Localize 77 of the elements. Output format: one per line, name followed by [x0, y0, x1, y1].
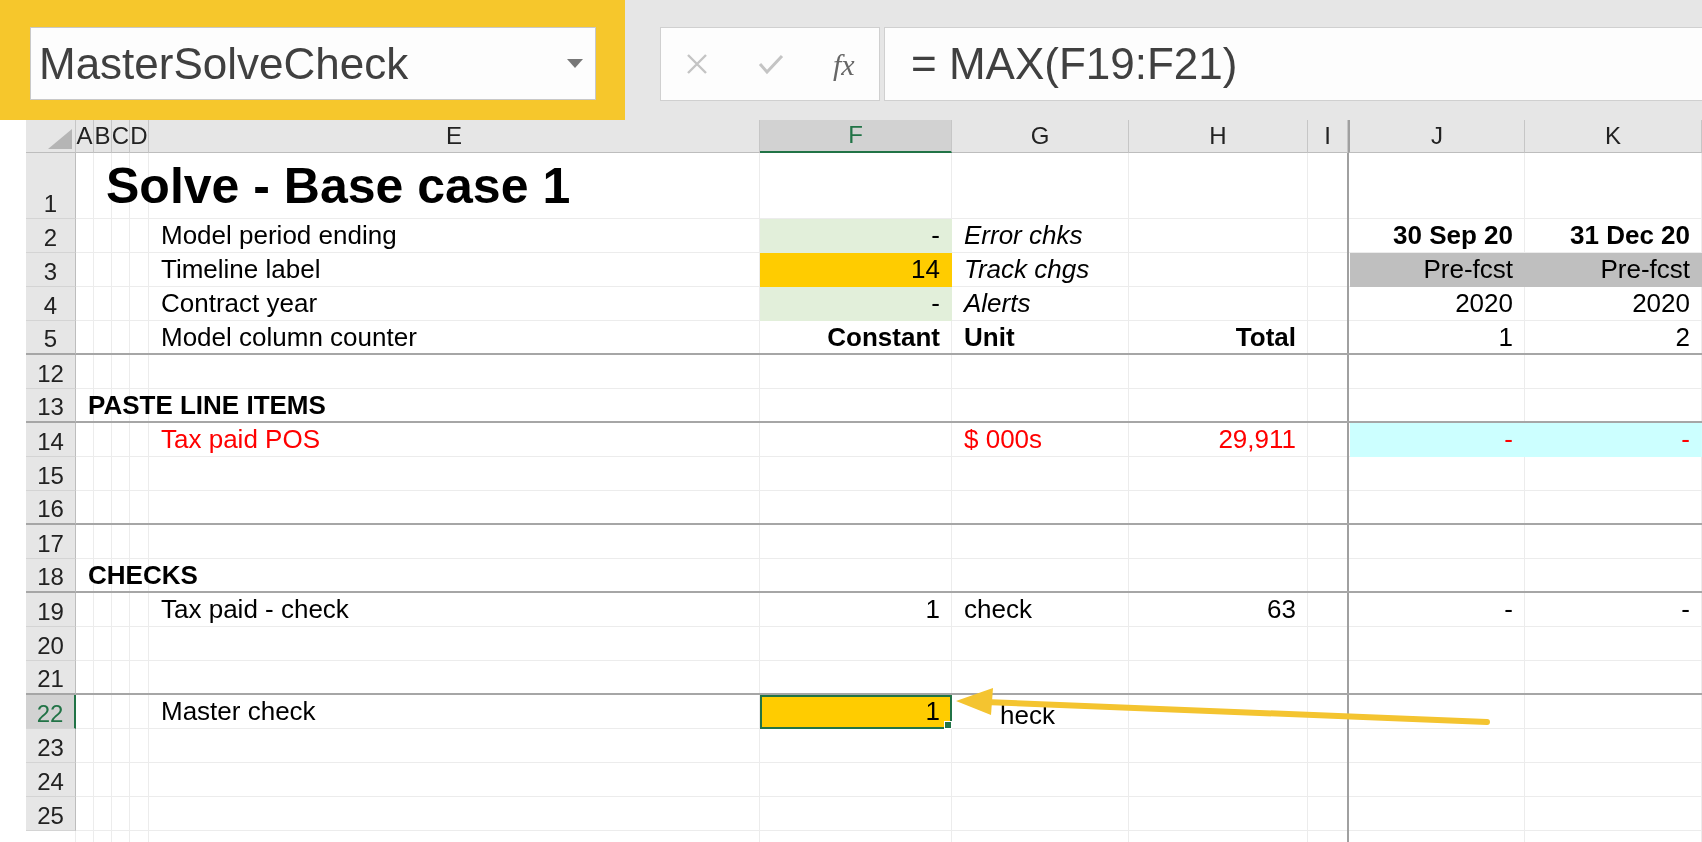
- cell-text: Alerts: [964, 289, 1031, 318]
- fill-handle[interactable]: [944, 721, 952, 729]
- input-cell: -: [760, 287, 952, 321]
- cell-text: $ 000s: [964, 425, 1043, 454]
- row-header[interactable]: 19: [26, 593, 76, 627]
- cell-text: check: [964, 595, 1032, 624]
- cell-text: Total: [1235, 323, 1296, 352]
- cell-text: 2020: [1632, 289, 1690, 318]
- linked-cell: -: [1525, 423, 1702, 457]
- cell-text: Unit: [964, 323, 1015, 352]
- cell-text: Constant: [827, 323, 940, 352]
- input-cell: -: [760, 219, 952, 253]
- row-header[interactable]: 4: [26, 287, 76, 321]
- column-header[interactable]: G: [952, 120, 1129, 153]
- column-header[interactable]: A: [76, 120, 94, 153]
- cell-text: Tax paid POS: [161, 425, 320, 454]
- cell-text: heck: [1000, 702, 1055, 728]
- row-header[interactable]: 1: [26, 153, 76, 219]
- row-header[interactable]: 12: [26, 355, 76, 389]
- shaded-cell: Pre-fcst: [1525, 253, 1702, 287]
- cell-text: -: [1681, 595, 1690, 624]
- cell-text: 30 Sep 20: [1393, 221, 1513, 250]
- row-header[interactable]: 16: [26, 491, 76, 525]
- cancel-icon[interactable]: [685, 52, 710, 76]
- row-header[interactable]: 5: [26, 321, 76, 355]
- highlighted-cell[interactable]: 1: [760, 695, 952, 729]
- cell-text: -: [1504, 595, 1513, 624]
- row-header[interactable]: 3: [26, 253, 76, 287]
- row-header[interactable]: 13: [26, 389, 76, 423]
- linked-cell: -: [1350, 423, 1525, 457]
- enter-icon[interactable]: [758, 53, 785, 75]
- column-header[interactable]: I: [1308, 120, 1348, 153]
- cell-text: 31 Dec 20: [1570, 221, 1690, 250]
- section-heading: PASTE LINE ITEMS: [88, 391, 326, 420]
- row-header[interactable]: 23: [26, 729, 76, 763]
- row-header[interactable]: 15: [26, 457, 76, 491]
- row-header[interactable]: 17: [26, 525, 76, 559]
- cell-text: Track chgs: [964, 255, 1090, 284]
- row-header[interactable]: 18: [26, 559, 76, 593]
- shaded-cell: Pre-fcst: [1350, 253, 1525, 287]
- cell-text: Tax paid - check: [161, 595, 349, 624]
- cell-text: 2: [1675, 323, 1690, 352]
- cell-text: Timeline label: [161, 255, 321, 284]
- column-header[interactable]: J: [1348, 120, 1525, 153]
- row-header[interactable]: 25: [26, 797, 76, 831]
- name-box[interactable]: MasterSolveCheck: [30, 27, 596, 100]
- cell-text: Error chks: [964, 221, 1083, 250]
- insert-function-button[interactable]: fx: [832, 41, 855, 87]
- select-all-button[interactable]: [26, 120, 76, 153]
- column-header[interactable]: K: [1525, 120, 1702, 153]
- highlighted-cell: 14: [760, 253, 952, 287]
- cell-text: 29,911: [1218, 425, 1296, 454]
- formula-field[interactable]: = MAX(F19:F21): [884, 27, 1702, 101]
- row-header[interactable]: 14: [26, 423, 76, 457]
- row-header[interactable]: 22: [26, 695, 76, 729]
- column-header[interactable]: C: [112, 120, 130, 153]
- triangle-icon: [48, 129, 72, 149]
- column-header[interactable]: E: [149, 120, 760, 153]
- cell-text: 63: [1267, 595, 1296, 624]
- column-header[interactable]: H: [1129, 120, 1308, 153]
- column-header[interactable]: B: [94, 120, 112, 153]
- cell-text: Contract year: [161, 289, 318, 318]
- row-header[interactable]: 24: [26, 763, 76, 797]
- column-header[interactable]: D: [130, 120, 149, 153]
- cell-text: 1: [1498, 323, 1513, 352]
- section-heading: CHECKS: [88, 561, 198, 590]
- cell-text: 1: [925, 595, 940, 624]
- row-header[interactable]: 2: [26, 219, 76, 253]
- cell-text: Master check: [161, 697, 316, 726]
- row-header[interactable]: 20: [26, 627, 76, 661]
- row-header[interactable]: 21: [26, 661, 76, 695]
- cell-text: Model period ending: [161, 221, 397, 250]
- dropdown-caret-icon[interactable]: [567, 59, 583, 68]
- cell-text: Model column counter: [161, 323, 417, 352]
- column-header[interactable]: F: [760, 120, 952, 153]
- cell-text: 2020: [1455, 289, 1513, 318]
- sheet-title: Solve - Base case 1: [106, 161, 571, 211]
